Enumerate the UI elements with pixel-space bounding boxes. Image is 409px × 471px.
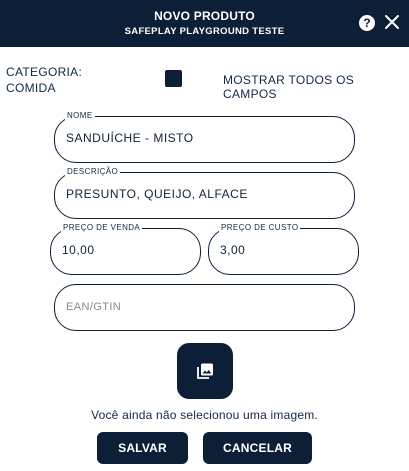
description-field-value[interactable]: PRESUNTO, QUEIJO, ALFACE: [66, 187, 248, 201]
modal-title: NOVO PRODUTO: [154, 9, 255, 23]
sale-price-field[interactable]: PREÇO DE VENDA 10,00: [50, 223, 201, 275]
modal-subtitle: SAFEPLAY PLAYGROUND TESTE: [124, 26, 285, 37]
category-label: CATEGORIA:: [6, 65, 83, 79]
image-status-message: Você ainda não selecionou uma imagem.: [91, 408, 318, 422]
category-value: COMIDA: [6, 81, 56, 95]
sale-price-field-value[interactable]: 10,00: [62, 243, 95, 257]
description-field-label: DESCRIÇÃO: [65, 167, 121, 176]
name-field[interactable]: NOME SANDUÍCHE - MISTO: [54, 111, 355, 163]
image-gallery-icon: [197, 363, 213, 379]
ean-field[interactable]: EAN/GTIN: [54, 284, 355, 331]
cancel-button[interactable]: CANCELAR: [203, 432, 312, 464]
modal-header: NOVO PRODUTO SAFEPLAY PLAYGROUND TESTE ?: [0, 0, 409, 47]
name-field-label: NOME: [65, 111, 95, 120]
show-all-fields-checkbox[interactable]: [165, 70, 182, 87]
show-all-fields-label[interactable]: MOSTRAR TODOS OS CAMPOS: [223, 73, 409, 101]
cost-price-field-label: PREÇO DE CUSTO: [219, 223, 301, 232]
ean-field-placeholder: EAN/GTIN: [66, 301, 122, 313]
select-image-button[interactable]: [177, 343, 233, 399]
sale-price-field-label: PREÇO DE VENDA: [61, 223, 143, 232]
save-button[interactable]: SALVAR: [97, 432, 188, 464]
cost-price-field[interactable]: PREÇO DE CUSTO 3,00: [208, 223, 359, 275]
cost-price-field-value[interactable]: 3,00: [220, 243, 245, 257]
name-field-value[interactable]: SANDUÍCHE - MISTO: [66, 131, 194, 145]
close-icon[interactable]: [383, 13, 401, 31]
help-icon[interactable]: ?: [359, 15, 375, 31]
category-info: CATEGORIA: COMIDA: [6, 64, 82, 96]
description-field[interactable]: DESCRIÇÃO PRESUNTO, QUEIJO, ALFACE: [54, 167, 355, 219]
